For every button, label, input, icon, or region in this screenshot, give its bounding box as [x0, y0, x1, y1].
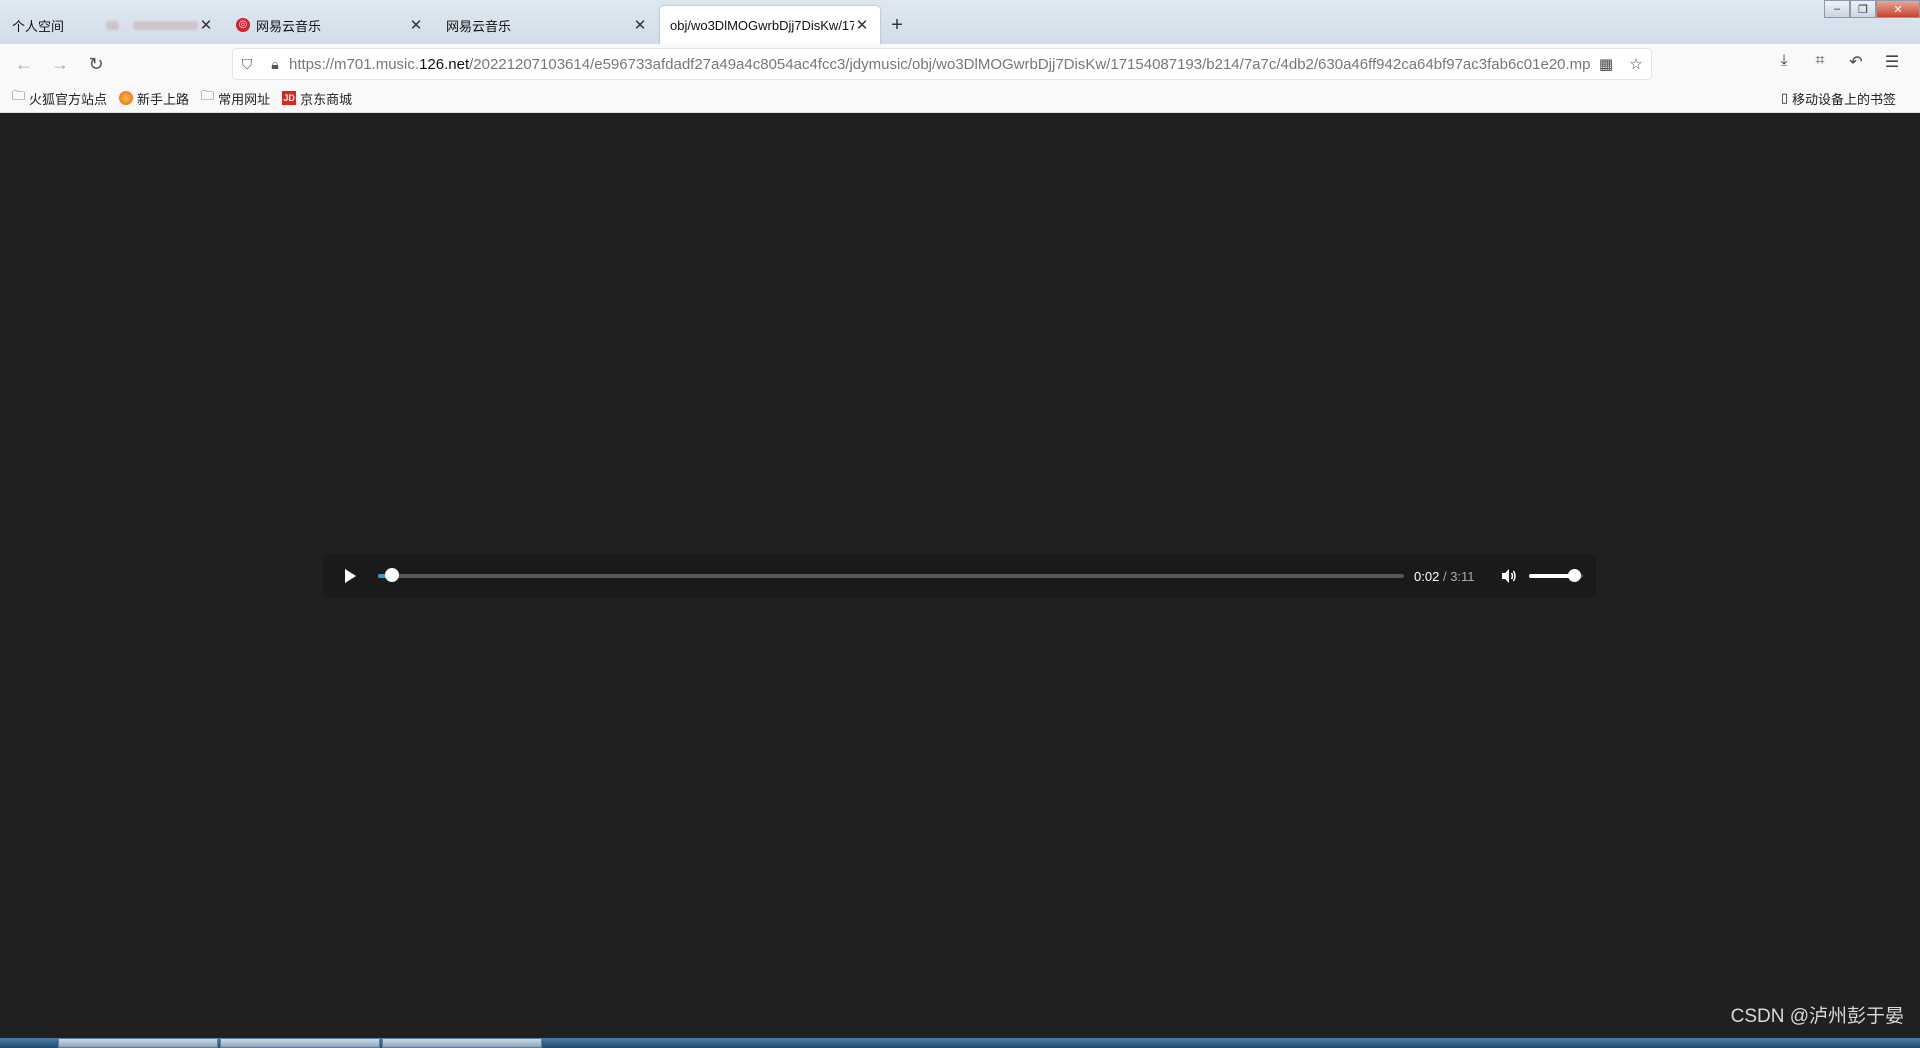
tab-netease-music[interactable]: ◎ 网易云音乐 ✕: [226, 6, 434, 44]
close-icon[interactable]: ✕: [854, 16, 870, 34]
bookmark-label: 新手上路: [137, 91, 190, 107]
jd-icon: JD: [282, 91, 297, 105]
duration: 3:11: [1450, 568, 1475, 584]
folder-icon: 🗀: [12, 88, 26, 103]
arrow-right-icon: →: [51, 53, 69, 74]
url-prefix: https://m701.music.: [289, 55, 420, 73]
qr-code-icon[interactable]: ▦: [1591, 55, 1621, 73]
bookmark-firefox-site[interactable]: 🗀 火狐官方站点: [12, 87, 107, 109]
close-icon[interactable]: ✕: [408, 16, 424, 34]
menu-icon[interactable]: ☰: [1874, 52, 1910, 72]
page-content: 0:02 / 3:11 CSDN @泸州彭于晏: [0, 113, 1920, 1038]
tab-audio-object[interactable]: obj/wo3DlMOGwrbDjj7DisKw/17 ✕: [660, 6, 880, 44]
undo-close-tab-icon[interactable]: ↶: [1838, 52, 1874, 72]
os-taskbar: [0, 1038, 1920, 1048]
time-display: 0:02 / 3:11: [1414, 569, 1475, 584]
tracking-protection-icon[interactable]: ⛉: [233, 56, 261, 73]
tab-personal-space[interactable]: 个人空间: [2, 6, 94, 44]
reload-icon: ↻: [88, 53, 104, 74]
time-separator: /: [1442, 568, 1447, 584]
start-button[interactable]: [0, 1038, 56, 1048]
seek-handle[interactable]: [385, 568, 400, 582]
current-time: 0:02: [1414, 568, 1440, 584]
close-icon[interactable]: ✕: [198, 16, 214, 34]
tab-strip: 个人空间 ✕ ◎ 网易云音乐 ✕ 网易云音乐 ✕ obj/wo3DlMOGwrb…: [0, 0, 1920, 44]
mute-button[interactable]: [1489, 568, 1529, 584]
play-icon: [345, 569, 356, 583]
close-icon[interactable]: ✕: [632, 16, 648, 34]
netease-music-icon: ◎: [236, 18, 250, 32]
bookmark-label: 火狐官方站点: [29, 91, 108, 107]
back-button[interactable]: ←: [6, 48, 42, 80]
bookmarks-toolbar: 🗀 火狐官方站点 新手上路 🗀 常用网址 JD 京东商城 ▯ 移动设备上的书签: [0, 84, 1920, 113]
bookmark-jd[interactable]: JD 京东商城: [282, 89, 352, 108]
seek-slider[interactable]: [378, 568, 1404, 582]
url-domain: 126.net: [419, 55, 470, 73]
blurred-title: [133, 20, 198, 30]
tab-blurred[interactable]: ✕: [96, 6, 224, 44]
forward-button[interactable]: →: [42, 48, 78, 80]
firefox-icon: [119, 91, 134, 105]
mobile-device-icon: ▯: [1780, 90, 1788, 105]
download-icon[interactable]: ⤓: [1766, 52, 1802, 72]
tab-title: 个人空间: [12, 18, 65, 34]
screenshot-icon[interactable]: ⌗: [1802, 52, 1838, 72]
folder-icon: 🗀: [201, 88, 215, 103]
taskbar-item[interactable]: [58, 1038, 218, 1048]
bookmark-label: 移动设备上的书签: [1791, 91, 1896, 107]
bookmark-mobile[interactable]: ▯ 移动设备上的书签: [1781, 89, 1896, 108]
volume-icon: [1501, 569, 1516, 583]
arrow-left-icon: ←: [15, 53, 33, 74]
blurred-favicon: [106, 20, 119, 30]
bookmark-label: 常用网址: [218, 91, 271, 107]
bookmark-getting-started[interactable]: 新手上路: [119, 89, 189, 108]
bookmark-common-sites[interactable]: 🗀 常用网址: [201, 87, 270, 109]
address-url[interactable]: https://m701.music.126.net/2022120710361…: [289, 56, 1591, 73]
window-close-button[interactable]: ✕: [1876, 0, 1920, 18]
tab-netease-music-2[interactable]: 网易云音乐 ✕: [436, 6, 658, 44]
play-button[interactable]: [328, 554, 372, 598]
taskbar-item[interactable]: [220, 1038, 380, 1048]
bookmark-star-icon[interactable]: ☆: [1621, 55, 1651, 73]
minimize-button[interactable]: ‒: [1824, 0, 1850, 18]
lock-icon[interactable]: 🔒︎: [261, 56, 289, 73]
toolbar-right: ⤓ ⌗ ↶ ☰: [1766, 52, 1910, 72]
volume-slider[interactable]: [1528, 569, 1583, 582]
address-bar[interactable]: ⛉ 🔒︎ https://m701.music.126.net/20221207…: [232, 48, 1652, 80]
new-tab-button[interactable]: +: [880, 6, 914, 44]
tab-title: obj/wo3DlMOGwrbDjj7DisKw/17: [670, 17, 854, 33]
audio-player: 0:02 / 3:11: [322, 554, 1596, 598]
volume-handle[interactable]: [1568, 569, 1582, 582]
reload-button[interactable]: ↻: [78, 48, 114, 80]
watermark: CSDN @泸州彭于晏: [1730, 1006, 1904, 1027]
window-controls: ‒ ❐ ✕: [1824, 0, 1920, 18]
maximize-button[interactable]: ❐: [1850, 0, 1876, 18]
bookmark-label: 京东商城: [300, 91, 353, 107]
tab-title: 网易云音乐: [446, 18, 512, 34]
tab-title: 网易云音乐: [256, 18, 322, 34]
url-path: /20221207103614/e596733afdadf27a49a4c805…: [469, 55, 1591, 73]
taskbar-item[interactable]: [382, 1038, 542, 1048]
navigation-toolbar: ← → ↻ ⛉ 🔒︎ https://m701.music.126.net/20…: [0, 44, 1920, 84]
